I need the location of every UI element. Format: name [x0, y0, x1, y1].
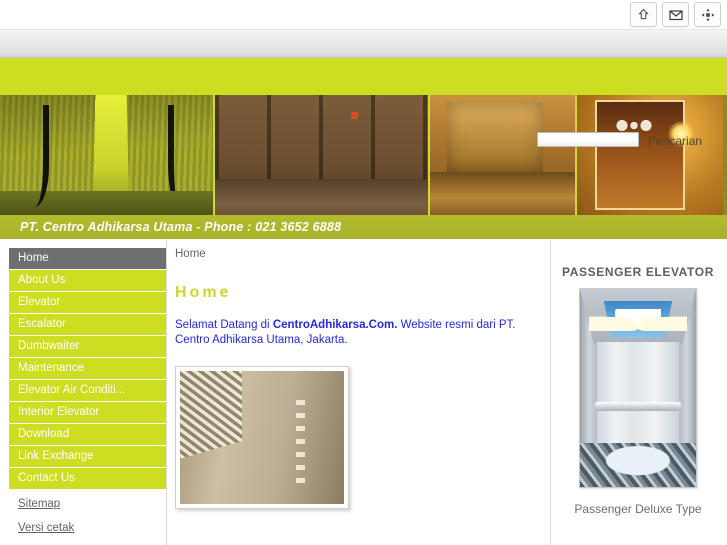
search-band — [0, 58, 727, 95]
move-button[interactable] — [694, 2, 721, 27]
banner-elevator-doors-photo — [215, 95, 430, 215]
elevator-interior-photo — [180, 371, 344, 504]
company-info-band: PT. Centro Adhikarsa Utama - Phone : 021… — [0, 215, 727, 239]
move-icon — [701, 8, 715, 22]
sidebar-nav: Home About Us Elevator Escalator Dumbwai… — [9, 248, 166, 489]
sidebar-item-elevator-air-conditioning[interactable]: Elevator Air Conditi... — [9, 380, 166, 401]
sidebar-item-interior-elevator[interactable]: Interior Elevator — [9, 402, 166, 423]
browser-chrome — [0, 0, 727, 58]
main-photo-frame — [175, 366, 349, 509]
home-button[interactable] — [630, 2, 657, 27]
home-icon — [637, 8, 650, 21]
company-contact-text: PT. Centro Adhikarsa Utama - Phone : 021… — [20, 220, 342, 234]
sidebar-item-dumbwaiter[interactable]: Dumbwaiter — [9, 336, 166, 357]
sidebar-item-maintenance[interactable]: Maintenance — [9, 358, 166, 379]
elevator-ceiling-lights — [589, 310, 687, 331]
sitemap-link[interactable]: Sitemap — [18, 498, 166, 510]
search-input[interactable] — [537, 132, 639, 147]
sidebar-item-download[interactable]: Download — [9, 424, 166, 445]
mail-button[interactable] — [662, 2, 689, 27]
door-indicator-light — [351, 111, 359, 119]
elevator-button-panel — [295, 400, 305, 486]
banner-lobby-photo — [430, 95, 577, 215]
elevator-handrail — [595, 401, 681, 411]
page-title: Home — [175, 284, 232, 301]
right-sidebar-divider — [550, 239, 551, 545]
right-sidebar: PASSENGER ELEVATOR Passenger Deluxe Type — [550, 239, 726, 545]
mail-icon — [668, 9, 683, 21]
intro-site-name: CentroAdhikarsa.Com. — [272, 319, 398, 331]
sidebar-item-home[interactable]: Home — [9, 248, 166, 269]
sidebar-item-elevator[interactable]: Elevator — [9, 292, 166, 313]
gold-door — [594, 99, 686, 211]
right-panel-title: PASSENGER ELEVATOR — [562, 265, 714, 279]
sidebar-item-escalator[interactable]: Escalator — [9, 314, 166, 335]
sidebar-item-about-us[interactable]: About Us — [9, 270, 166, 291]
main-content: Home Home Selamat Datang di CentroAdhika… — [166, 239, 550, 545]
sidebar-utility-links: Sitemap Versi cetak — [9, 490, 166, 534]
sidebar: Home About Us Elevator Escalator Dumbwai… — [0, 239, 166, 545]
hero-banner — [0, 95, 727, 215]
browser-title-bar — [0, 0, 727, 30]
print-version-link[interactable]: Versi cetak — [18, 522, 166, 534]
passenger-elevator-image — [579, 288, 697, 488]
banner-escalator-photo — [0, 95, 215, 215]
sidebar-item-link-exchange[interactable]: Link Exchange — [9, 446, 166, 467]
escalator-floor — [0, 191, 213, 215]
elevator-back-wall — [596, 342, 680, 446]
browser-button-group — [630, 2, 721, 27]
content-wrapper: Home About Us Elevator Escalator Dumbwai… — [0, 239, 727, 545]
intro-lead-text: Selamat Datang di — [175, 319, 273, 331]
site-root: Pencarian PT. Centro Adhikarsa Utama - P… — [0, 58, 727, 545]
right-panel-caption: Passenger Deluxe Type — [574, 502, 702, 516]
search-label: Pencarian — [648, 134, 703, 148]
sidebar-item-contact-us[interactable]: Contact Us — [9, 468, 166, 489]
banner-gold-elevator-photo — [577, 95, 723, 215]
elevator-floor — [580, 443, 696, 487]
browser-toolbar — [0, 30, 727, 58]
breadcrumb: Home — [175, 248, 206, 260]
intro-paragraph: Selamat Datang di CentroAdhikarsa.Com. W… — [175, 318, 539, 348]
